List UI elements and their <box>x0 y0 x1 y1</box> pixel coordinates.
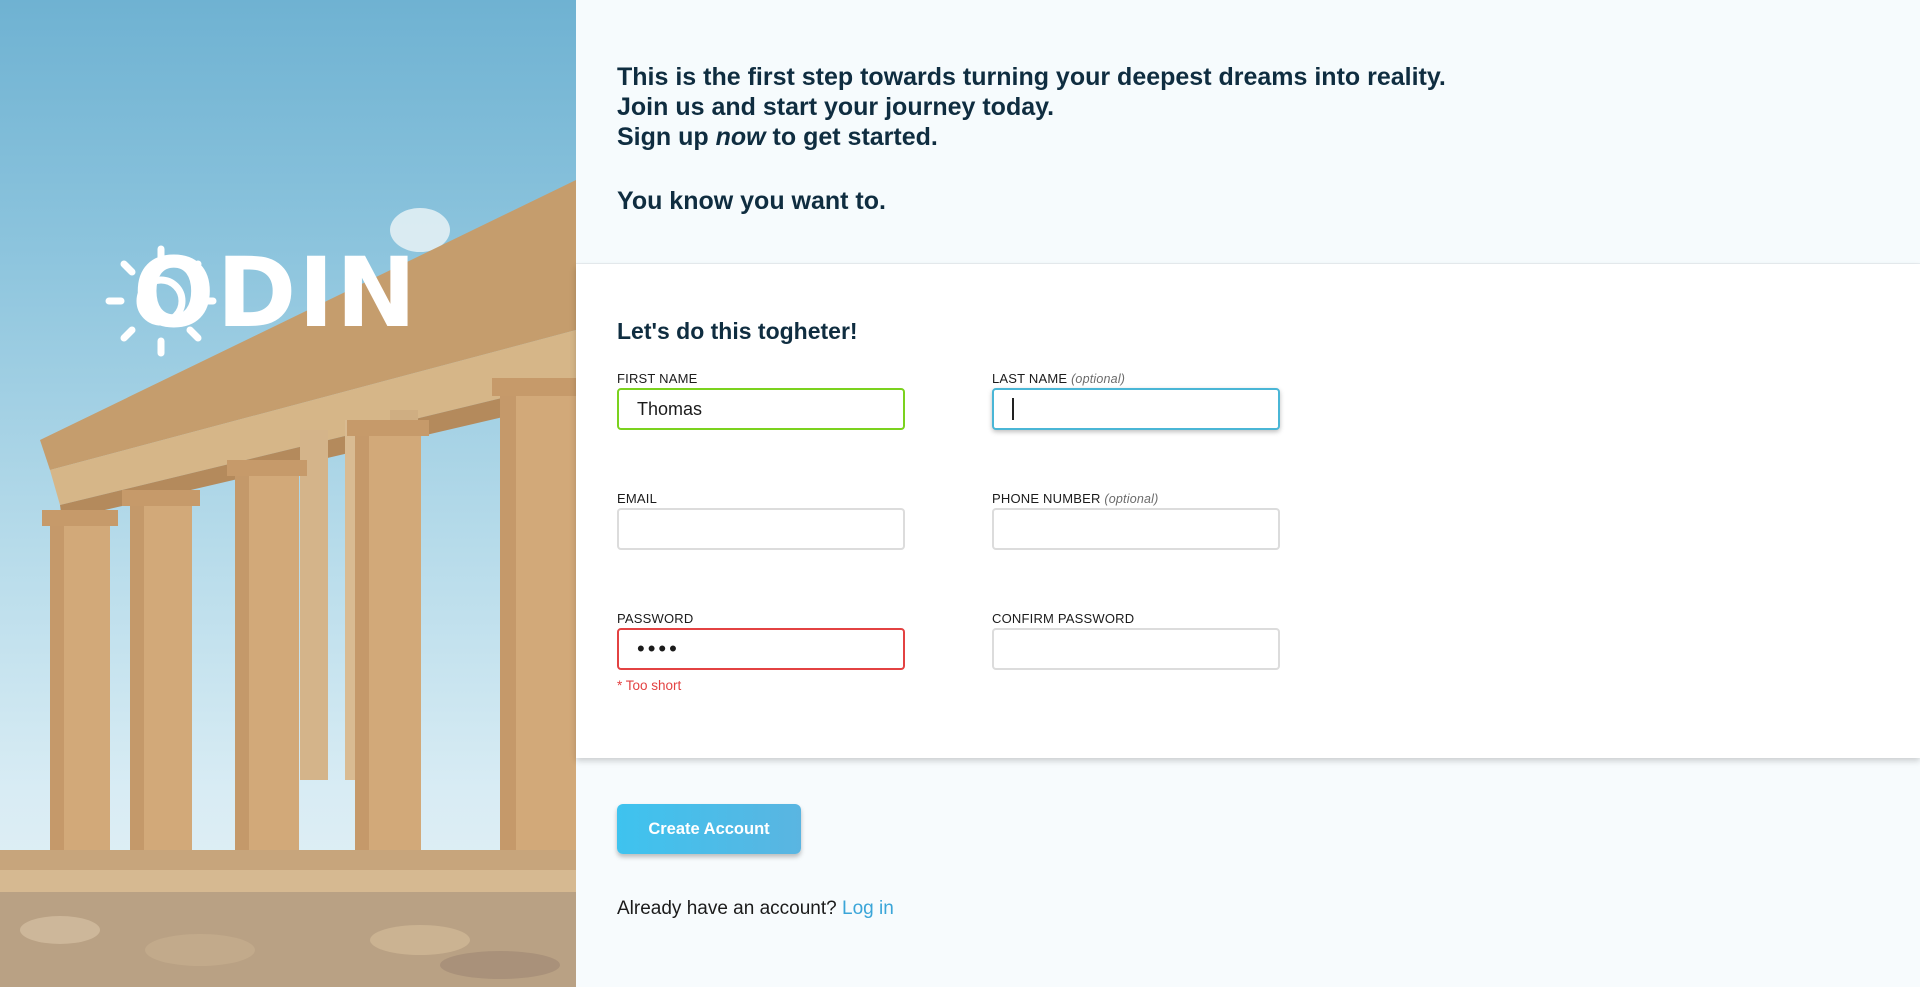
last-name-label: LAST NAME (optional) <box>992 371 1126 386</box>
intro-line-2: Join us and start your journey today. <box>617 93 1055 121</box>
confirm-password-field: CONFIRM PASSWORD <box>992 611 1280 731</box>
intro-line-1: This is the first step towards turning y… <box>617 63 1446 91</box>
password-field: PASSWORD •••• * Too short <box>617 611 905 731</box>
phone-field: PHONE NUMBER (optional) <box>992 491 1280 611</box>
email-label: EMAIL <box>617 491 658 506</box>
password-error: * Too short <box>617 678 682 693</box>
last-name-input[interactable] <box>992 388 1280 430</box>
first-name-label: FIRST NAME <box>617 371 698 386</box>
login-prompt: Already have an account? Log in <box>617 898 894 919</box>
email-input[interactable] <box>617 508 905 550</box>
form-title: Let's do this togheter! <box>617 318 858 344</box>
signup-panel: This is the first step towards turning y… <box>576 0 1920 987</box>
text-caret <box>1012 398 1014 420</box>
sun-icon <box>105 245 217 357</box>
email-field: EMAIL <box>617 491 905 611</box>
first-name-field: FIRST NAME Thomas <box>617 371 905 491</box>
confirm-password-label: CONFIRM PASSWORD <box>992 611 1135 626</box>
create-account-button[interactable]: Create Account <box>617 804 801 854</box>
hero-image: ODIN <box>0 0 576 987</box>
confirm-password-input[interactable] <box>992 628 1280 670</box>
password-label: PASSWORD <box>617 611 694 626</box>
login-link[interactable]: Log in <box>842 898 894 919</box>
parthenon-illustration <box>0 180 576 987</box>
phone-input[interactable] <box>992 508 1280 550</box>
password-input[interactable]: •••• <box>617 628 905 670</box>
form-actions: Create Account <box>617 804 801 854</box>
last-name-field: LAST NAME (optional) <box>992 371 1280 491</box>
phone-label: PHONE NUMBER (optional) <box>992 491 1159 506</box>
odin-logo: ODIN <box>105 245 418 357</box>
intro-line-4: You know you want to. <box>617 187 886 215</box>
signup-form: Let's do this togheter! FIRST NAME Thoma… <box>576 264 1920 758</box>
first-name-input[interactable]: Thomas <box>617 388 905 430</box>
intro-section: This is the first step towards turning y… <box>576 0 1920 264</box>
intro-line-3: Sign up now to get started. <box>617 123 938 151</box>
